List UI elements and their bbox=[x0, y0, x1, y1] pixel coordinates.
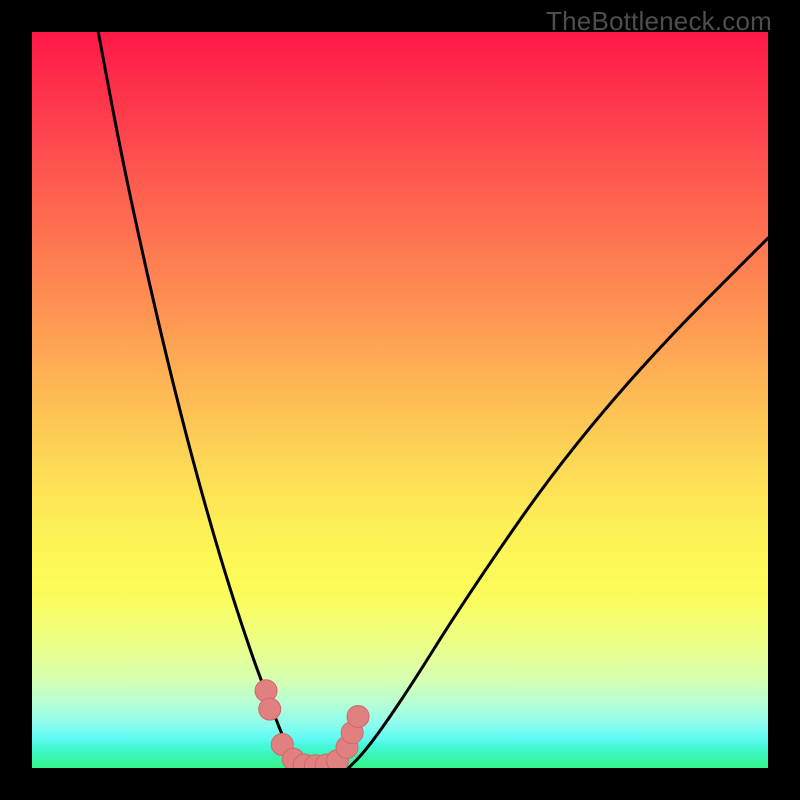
chart-frame: TheBottleneck.com bbox=[0, 0, 800, 800]
right-curve bbox=[348, 238, 768, 768]
valley-marker bbox=[259, 698, 281, 720]
left-curve bbox=[98, 32, 304, 768]
valley-marker bbox=[347, 705, 369, 727]
watermark-text: TheBottleneck.com bbox=[546, 6, 772, 37]
plot-area bbox=[32, 32, 768, 768]
valley-marker-group bbox=[255, 680, 369, 768]
chart-svg bbox=[32, 32, 768, 768]
